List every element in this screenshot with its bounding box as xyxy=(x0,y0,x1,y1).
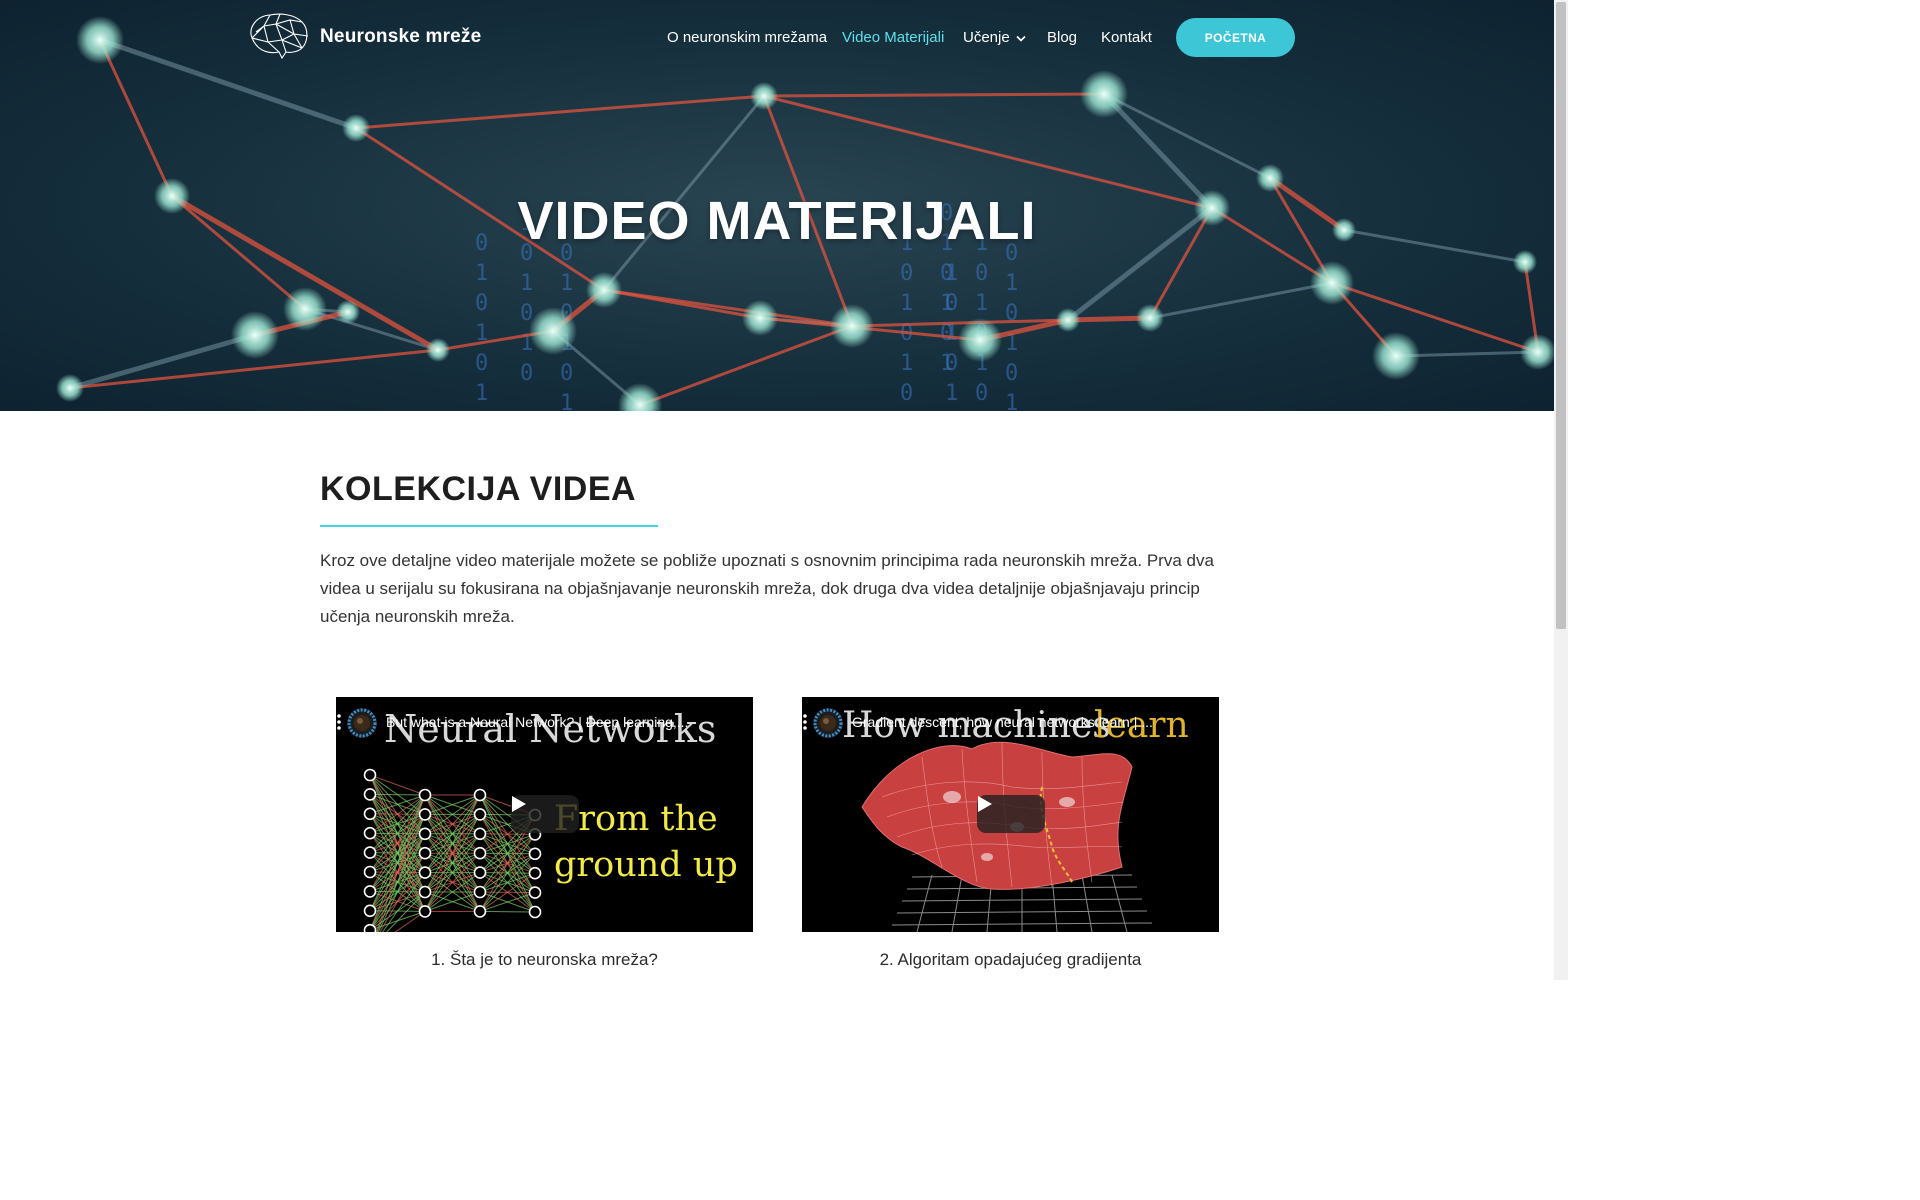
channel-avatar-icon[interactable] xyxy=(812,707,844,739)
brand-name: Neuronske mreže xyxy=(320,26,482,47)
hero-banner: 0101011010100101011010100101011010100101… xyxy=(0,0,1554,411)
nav-item-video-materijali[interactable]: Video Materijali xyxy=(842,27,944,49)
svg-text:1: 1 xyxy=(475,381,488,406)
svg-text:1: 1 xyxy=(560,391,573,411)
more-options-icon[interactable] xyxy=(336,713,342,731)
video-1-caption: 1. Šta je to neuronska mreža? xyxy=(431,950,658,969)
brain-logo-icon xyxy=(250,13,309,60)
svg-text:0: 0 xyxy=(1005,361,1018,386)
chevron-down-icon xyxy=(1016,35,1026,42)
scrollbar-thumb[interactable] xyxy=(1556,2,1566,629)
svg-text:0: 0 xyxy=(520,361,533,386)
svg-text:0: 0 xyxy=(945,351,958,376)
play-button[interactable] xyxy=(977,795,1045,833)
svg-text:0: 0 xyxy=(945,291,958,316)
nav-item-ucenje-label: Učenje xyxy=(963,29,1010,46)
svg-text:1: 1 xyxy=(975,291,988,316)
svg-text:1: 1 xyxy=(1005,391,1018,411)
top-navigation: Neuronske mreže O neuronskim mrežama Vid… xyxy=(0,0,1554,76)
svg-text:1: 1 xyxy=(945,261,958,286)
section-title: KOLEKCIJA VIDEA xyxy=(320,470,637,508)
page-scrollbar[interactable] xyxy=(1554,0,1568,980)
play-button[interactable] xyxy=(511,795,579,833)
video-1-title[interactable]: But what is a Neural Network? | Deep lea… xyxy=(386,714,716,730)
play-icon xyxy=(512,796,526,812)
section-title-underline xyxy=(320,525,658,527)
svg-text:1: 1 xyxy=(900,351,913,376)
svg-text:0: 0 xyxy=(475,351,488,376)
video-player-1[interactable]: Neural Networks From the ground up But w… xyxy=(336,697,753,932)
svg-text:1: 1 xyxy=(475,261,488,286)
svg-text:0: 0 xyxy=(975,261,988,286)
svg-text:1: 1 xyxy=(900,291,913,316)
page-title: VIDEO MATERIJALI xyxy=(517,191,1037,251)
svg-text:0: 0 xyxy=(900,261,913,286)
brand[interactable]: Neuronske mreže xyxy=(246,12,481,62)
svg-text:0: 0 xyxy=(560,361,573,386)
svg-text:0: 0 xyxy=(975,381,988,406)
svg-text:1: 1 xyxy=(1005,271,1018,296)
svg-text:1: 1 xyxy=(520,271,533,296)
more-options-icon[interactable] xyxy=(802,713,808,731)
video-player-2[interactable]: How machines learn Gradient descent, how… xyxy=(802,697,1219,932)
channel-avatar-icon[interactable] xyxy=(346,707,378,739)
pocetna-button[interactable]: POČETNA xyxy=(1176,18,1295,57)
video-2-caption: 2. Algoritam opadajućeg gradijenta xyxy=(879,950,1142,969)
nav-item-kontakt[interactable]: Kontakt xyxy=(1101,27,1152,49)
nav-item-ucenje[interactable]: Učenje xyxy=(963,27,1026,49)
svg-text:1: 1 xyxy=(945,381,958,406)
video-1-thumb-sub2: ground up xyxy=(554,845,738,885)
section-intro: Kroz ove detaljne video materijale možet… xyxy=(320,551,1214,626)
svg-text:1: 1 xyxy=(560,271,573,296)
svg-text:0: 0 xyxy=(475,291,488,316)
svg-text:0: 0 xyxy=(900,381,913,406)
play-icon xyxy=(978,796,992,812)
nav-item-blog[interactable]: Blog xyxy=(1047,27,1077,49)
nav-item-o-neuronskim-mrezama[interactable]: O neuronskim mrežama xyxy=(667,27,827,49)
video-2-title[interactable]: Gradient descent, how neural networks le… xyxy=(852,714,1182,730)
